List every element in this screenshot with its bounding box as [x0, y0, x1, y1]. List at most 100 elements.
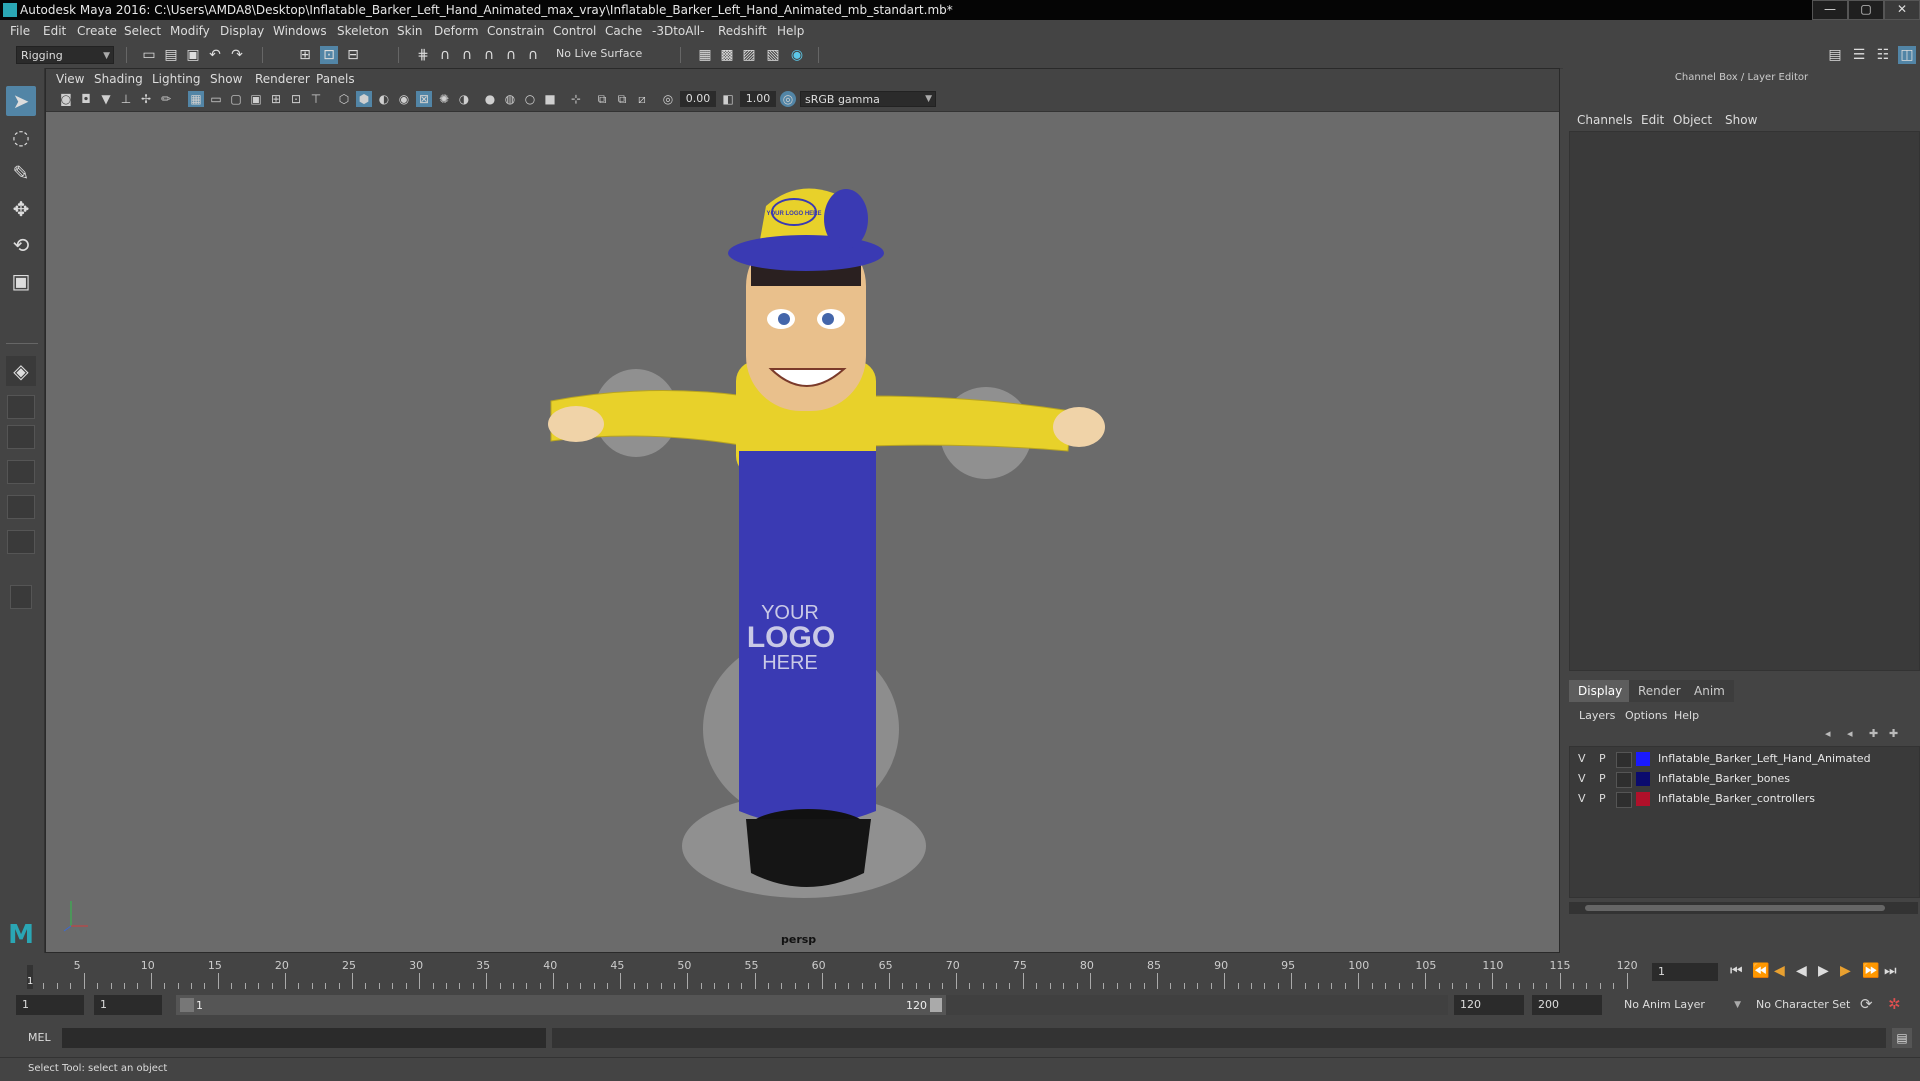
close-button[interactable]: ✕ — [1884, 0, 1920, 20]
layer-name[interactable]: Inflatable_Barker_controllers — [1658, 792, 1815, 805]
persp-hypershade-layout-icon[interactable] — [7, 495, 35, 519]
layer-name[interactable]: Inflatable_Barker_Left_Hand_Animated — [1658, 752, 1871, 765]
select-object-icon[interactable]: ⊡ — [320, 46, 338, 64]
menu-cache[interactable]: Cache — [605, 24, 642, 38]
tab-render[interactable]: Render — [1629, 680, 1690, 702]
step-back-key-icon[interactable]: ⏪ — [1752, 963, 1769, 979]
viewport-menu-shading[interactable]: Shading — [94, 72, 143, 86]
shadows-icon[interactable]: ◑ — [456, 91, 472, 107]
xray-joints-icon[interactable]: ⧄ — [634, 91, 650, 107]
perspective-viewport[interactable]: View Shading Lighting Show Renderer Pane… — [45, 68, 1560, 953]
tab-display[interactable]: Display — [1569, 680, 1632, 702]
safe-action-icon[interactable]: ⊡ — [288, 91, 304, 107]
layer-color-swatch[interactable] — [1636, 772, 1650, 786]
camera-attributes-icon[interactable]: ◘ — [78, 91, 94, 107]
layer-playback-toggle[interactable]: P — [1599, 772, 1606, 785]
collapse-layouts-icon[interactable] — [10, 585, 32, 609]
safe-title-icon[interactable]: ⊤ — [308, 91, 324, 107]
layer-menu-help[interactable]: Help — [1674, 709, 1699, 722]
snap-view-icon[interactable]: ∩ — [480, 46, 498, 64]
resolution-gate-icon[interactable]: ▢ — [228, 91, 244, 107]
snap-live-icon[interactable]: ∩ — [524, 46, 542, 64]
save-scene-icon[interactable]: ▣ — [184, 46, 202, 64]
layer-menu-layers[interactable]: Layers — [1579, 709, 1615, 722]
script-language-label[interactable]: MEL — [28, 1031, 51, 1044]
snap-curve-icon[interactable]: ∩ — [436, 46, 454, 64]
layer-color-swatch[interactable] — [1636, 792, 1650, 806]
move-layer-down-icon[interactable]: ◂ — [1847, 727, 1853, 740]
motion-blur-icon[interactable]: ◍ — [502, 91, 518, 107]
channel-box-area[interactable] — [1569, 131, 1920, 671]
xray-icon[interactable]: ⧉ — [594, 91, 610, 107]
menu-edit[interactable]: Edit — [43, 24, 66, 38]
anim-layer-dropdown[interactable]: No Anim Layer ▼ — [1620, 995, 1744, 1015]
gate-mask-icon[interactable]: ▣ — [248, 91, 264, 107]
viewport-menu-show[interactable]: Show — [210, 72, 242, 86]
exposure-field[interactable]: 0.00 — [680, 91, 716, 107]
script-editor-icon[interactable]: ▤ — [1892, 1028, 1912, 1048]
layer-list-scrollbar[interactable] — [1569, 902, 1918, 914]
menu-help[interactable]: Help — [777, 24, 804, 38]
channel-menu-edit[interactable]: Edit — [1641, 113, 1664, 127]
exposure-icon[interactable]: ◎ — [660, 91, 676, 107]
menu-file[interactable]: File — [10, 24, 30, 38]
go-to-start-icon[interactable]: ⏮ — [1730, 963, 1743, 979]
tool-settings-icon[interactable]: ☷ — [1874, 46, 1892, 64]
current-frame-field[interactable]: 1 — [1652, 963, 1718, 981]
layer-row[interactable]: V P Inflatable_Barker_controllers — [1570, 789, 1919, 809]
select-hierarchy-icon[interactable]: ⊞ — [296, 46, 314, 64]
outliner-persp-layout-icon[interactable] — [7, 530, 35, 554]
live-surface-label[interactable]: No Live Surface — [556, 47, 642, 60]
command-input[interactable] — [62, 1028, 546, 1048]
layer-type-toggle[interactable] — [1616, 792, 1632, 808]
menu-set-dropdown[interactable]: Rigging ▼ — [16, 46, 114, 64]
range-slider-end-handle[interactable] — [930, 998, 942, 1012]
color-management-icon[interactable]: ◎ — [780, 91, 796, 107]
layer-menu-options[interactable]: Options — [1625, 709, 1667, 722]
menu-constrain[interactable]: Constrain — [487, 24, 545, 38]
layer-playback-toggle[interactable]: P — [1599, 792, 1606, 805]
playback-start-field[interactable]: 1 — [94, 995, 162, 1015]
range-slider-empty[interactable] — [946, 995, 1448, 1015]
xray-active-components-icon[interactable]: ⧉ — [614, 91, 630, 107]
gamma-icon[interactable]: ◧ — [720, 91, 736, 107]
single-perspective-layout-icon[interactable]: ◈ — [6, 356, 36, 386]
channel-menu-show[interactable]: Show — [1725, 113, 1757, 127]
undo-icon[interactable]: ↶ — [206, 46, 224, 64]
view-transform-dropdown[interactable]: sRGB gamma ▼ — [800, 91, 936, 107]
viewport-scene[interactable]: YOUR LOGO HERE YOUR LOGO HERE — [46, 111, 1559, 952]
camera-select-icon[interactable]: ◙ — [58, 91, 74, 107]
range-slider-start-handle[interactable] — [180, 998, 194, 1012]
move-tool-icon[interactable]: ✥ — [6, 194, 36, 224]
depth-of-field-icon[interactable]: ■ — [542, 91, 558, 107]
menu-deform[interactable]: Deform — [434, 24, 479, 38]
channel-box-icon[interactable]: ◫ — [1898, 46, 1916, 64]
snap-point-icon[interactable]: ∩ — [458, 46, 476, 64]
screen-space-ao-icon[interactable]: ● — [482, 91, 498, 107]
grease-pencil-icon[interactable]: ✏ — [158, 91, 174, 107]
smooth-shade-icon[interactable]: ⬢ — [356, 91, 372, 107]
menu-display[interactable]: Display — [220, 24, 264, 38]
playback-end-field[interactable]: 120 — [1454, 995, 1524, 1015]
play-backwards-icon[interactable]: ◀ — [1796, 963, 1807, 979]
menu-windows[interactable]: Windows — [273, 24, 327, 38]
range-slider-track[interactable] — [176, 995, 946, 1015]
current-time-marker[interactable]: 1 — [27, 965, 33, 989]
render-settings-icon[interactable]: ▧ — [764, 46, 782, 64]
hypershade-icon[interactable]: ◉ — [788, 46, 806, 64]
step-back-frame-icon[interactable]: ◀ — [1774, 963, 1785, 979]
select-tool-icon[interactable]: ➤ — [6, 86, 36, 116]
tab-anim[interactable]: Anim — [1685, 680, 1734, 702]
bookmark-icon[interactable]: ▼ — [98, 91, 114, 107]
ipr-render-icon[interactable]: ▨ — [740, 46, 758, 64]
time-ruler[interactable]: 5 10 15 20 25 30 35 40 45 50 55 60 65 70 75 80 85 90 95 100… — [27, 959, 1640, 989]
menu-skin[interactable]: Skin — [397, 24, 423, 38]
layer-name[interactable]: Inflatable_Barker_bones — [1658, 772, 1790, 785]
redo-icon[interactable]: ↷ — [228, 46, 246, 64]
scrollbar-thumb[interactable] — [1585, 905, 1885, 911]
new-layer-icon[interactable]: ✚ — [1869, 727, 1878, 740]
use-default-material-icon[interactable]: ◐ — [376, 91, 392, 107]
new-layer-from-selected-icon[interactable]: ✚ — [1889, 727, 1898, 740]
menu-select[interactable]: Select — [124, 24, 161, 38]
layer-row[interactable]: V P Inflatable_Barker_bones — [1570, 769, 1919, 789]
